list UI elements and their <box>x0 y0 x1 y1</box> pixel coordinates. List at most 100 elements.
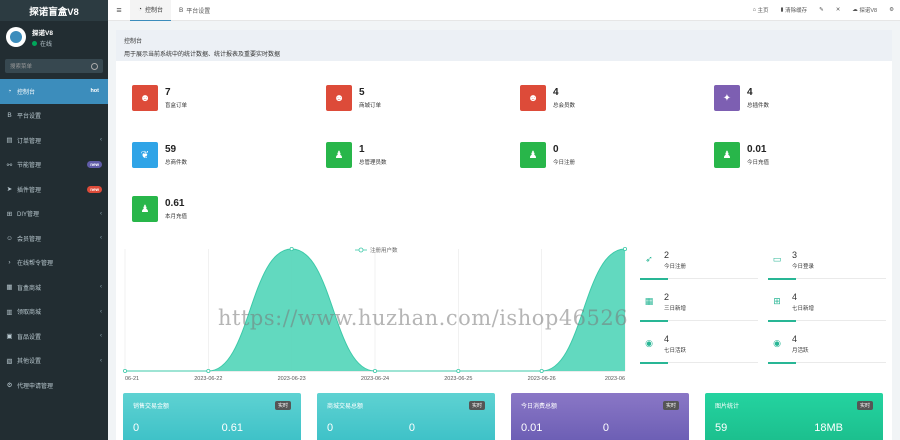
chart-x-tick-label: 2023-06 <box>605 376 625 382</box>
share-icon: ⚯ <box>6 161 13 169</box>
new-badge: new <box>87 161 102 169</box>
user-circle-icon: ◉ <box>645 338 653 348</box>
sidebar-item-claim-mall[interactable]: ▥ 领取商城 ‹ <box>0 300 108 325</box>
account-menu[interactable]: ☁ 探诺V8 <box>846 6 883 14</box>
sidebar-menu: ◔ 控制台 hot B 平台设置 ▤ 订单管理 ‹ ⚯ 节能管理 new ➤ 插… <box>0 79 108 398</box>
chart-legend-marker <box>358 247 364 253</box>
realtime-tag: 实时 <box>856 401 873 410</box>
hamburger-icon[interactable]: ≡ <box>108 5 130 15</box>
users-icon: ☻ <box>520 85 546 111</box>
main-content: 控制台 用于展示当前系统中的统计数据、统计报表及重要实时数据 ☻ 7 盲盒订单 ☻… <box>116 30 892 440</box>
stat-mall-orders: ☻ 5 商城订单 <box>326 85 381 111</box>
settings-button[interactable]: ⚙ <box>883 7 900 13</box>
page-header: 控制台 用于展示当前系统中的统计数据、统计报表及重要实时数据 <box>116 30 892 61</box>
small-stat-seven-day-new: ⊞ 4 七日新增 <box>768 283 886 322</box>
rocket-icon: ➶ <box>645 254 653 264</box>
tab-platform[interactable]: B 平台设置 <box>171 0 218 21</box>
sidebar-item-product-settings[interactable]: ▣ 盲品设置 ‹ <box>0 324 108 349</box>
topbar-right: ⌂ 主页 ▮ 清除缓存 ✎ ✕ ☁ 探诺V8 ⚙ <box>747 6 900 14</box>
chevron-right-icon: › <box>8 259 11 267</box>
dashboard-icon: ◔ <box>7 87 12 95</box>
chart-x-tick-label: 2023-06-23 <box>278 376 306 382</box>
stat-today-recharge: ♟ 0.01 今日充值 <box>714 142 769 168</box>
user-panel: 探诺V8 在线 <box>0 21 108 53</box>
small-stat-today-login: ▭ 3 今日登录 <box>768 241 886 280</box>
sidebar-item-blindbox-mall[interactable]: ▦ 盲盒商城 ‹ <box>0 275 108 300</box>
app-logo[interactable]: 探诺盲盒V8 <box>0 0 108 21</box>
user-status: 在线 <box>32 39 53 48</box>
chevron-left-icon: ‹ <box>100 210 102 217</box>
list-icon: ▤ <box>6 137 13 145</box>
online-dot-icon <box>32 40 37 46</box>
chevron-left-icon: ‹ <box>100 308 102 315</box>
avatar-small-icon: ☁ <box>852 7 858 13</box>
user-circle-icon: ◉ <box>773 338 781 348</box>
chevron-left-icon: ‹ <box>100 284 102 291</box>
chart-point <box>372 369 377 374</box>
chart-legend-label: 注册用户数 <box>370 246 398 254</box>
panel-sales-amount: 销售交易金额 实时 0 0.61 <box>123 393 301 440</box>
user-icon: ♟ <box>520 142 546 168</box>
sidebar-search-input[interactable]: 搜索菜单 <box>5 59 103 73</box>
page-description: 用于展示当前系统中的统计数据、统计报表及重要实时数据 <box>124 52 281 58</box>
sidebar-item-orders[interactable]: ▤ 订单管理 ‹ <box>0 128 108 153</box>
sidebar-item-platform[interactable]: B 平台设置 <box>0 104 108 129</box>
chart-x-tick-label: 2023-06-25 <box>444 376 472 382</box>
id-card-icon: ▭ <box>772 254 782 264</box>
search-icon[interactable] <box>91 62 98 70</box>
panel-image-stats: 图片统计 实时 59 18MB <box>705 393 883 440</box>
chevron-left-icon: ‹ <box>100 137 102 144</box>
translate-button[interactable]: ✎ <box>813 7 830 13</box>
user-icon: ♟ <box>326 142 352 168</box>
gift-icon: ▣ <box>6 333 13 341</box>
small-stat-month-active: ◉ 4 月活跃 <box>768 325 886 364</box>
sidebar-item-plugins[interactable]: ➤ 插件管理 new <box>0 177 108 202</box>
chevron-left-icon: ‹ <box>100 235 102 242</box>
gear-icon: ⚙ <box>889 7 894 13</box>
b-icon: B <box>178 6 184 14</box>
b-icon: B <box>7 112 12 120</box>
cart-icon: ▥ <box>6 308 13 316</box>
chart-x-tick-label: 06-21 <box>125 376 139 382</box>
sidebar-item-dashboard[interactable]: ◔ 控制台 hot <box>0 79 108 104</box>
grid-icon: ⊞ <box>6 210 13 218</box>
tab-dashboard[interactable]: ◔ 控制台 <box>130 0 171 21</box>
small-stat-three-day-new: ▦ 2 三日新增 <box>640 283 758 322</box>
page-title: 控制台 <box>124 39 143 45</box>
new-badge: new <box>87 185 102 193</box>
clear-cache-button[interactable]: ▮ 清除缓存 <box>775 6 814 14</box>
home-link[interactable]: ⌂ 主页 <box>747 6 775 14</box>
sidebar-item-energy[interactable]: ⚯ 节能管理 new <box>0 153 108 178</box>
dashboard-icon: ◔ <box>138 6 142 13</box>
plane-icon: ➤ <box>6 186 13 194</box>
small-stat-seven-day-active: ◉ 4 七日活跃 <box>640 325 758 364</box>
chevron-left-icon: ‹ <box>100 333 102 340</box>
watermark: https://www.huzhan.com/ishop46526 <box>218 306 629 330</box>
box-icon: ▦ <box>6 284 13 292</box>
trash-icon: ▮ <box>780 7 784 13</box>
sidebar: 探诺盲盒V8 探诺V8 在线 搜索菜单 ◔ 控制台 hot B 平台设置 ▤ 订… <box>0 0 108 440</box>
fullscreen-icon: ✕ <box>835 7 841 13</box>
stat-total-goods: ❦ 59 总商件数 <box>132 142 187 168</box>
sidebar-item-online-help[interactable]: › 在线帮令管理 <box>0 251 108 276</box>
topbar: ≡ ◔ 控制台 B 平台设置 ⌂ 主页 ▮ 清除缓存 ✎ ✕ ☁ 探诺V8 ⚙ <box>108 0 900 21</box>
chart-point <box>206 369 211 374</box>
chart-point <box>123 369 127 373</box>
realtime-tag: 实时 <box>468 401 485 410</box>
hot-badge: hot <box>90 88 99 95</box>
user-icon: ♟ <box>132 196 158 222</box>
cog-icon: ▧ <box>6 357 13 365</box>
chart-x-tick-label: 2023-06-22 <box>194 376 222 382</box>
fullscreen-button[interactable]: ✕ <box>830 7 847 13</box>
sidebar-item-other-settings[interactable]: ▧ 其他设置 ‹ <box>0 349 108 374</box>
user-icon: ☺ <box>6 234 13 242</box>
panel-mall-amount: 商城交易总额 实时 00 <box>317 393 495 440</box>
user-name: 探诺V8 <box>32 29 53 37</box>
stat-today-register: ♟ 0 今日注册 <box>520 142 575 168</box>
sidebar-item-members[interactable]: ☺ 会员管理 ‹ <box>0 226 108 251</box>
chart-point <box>539 369 544 374</box>
translate-icon: ✎ <box>819 7 824 13</box>
sidebar-item-agent[interactable]: ⚙ 代理申请管理 <box>0 373 108 398</box>
gear-icon: ⚙ <box>6 382 13 390</box>
sidebar-item-diy[interactable]: ⊞ DIY管理 ‹ <box>0 202 108 227</box>
